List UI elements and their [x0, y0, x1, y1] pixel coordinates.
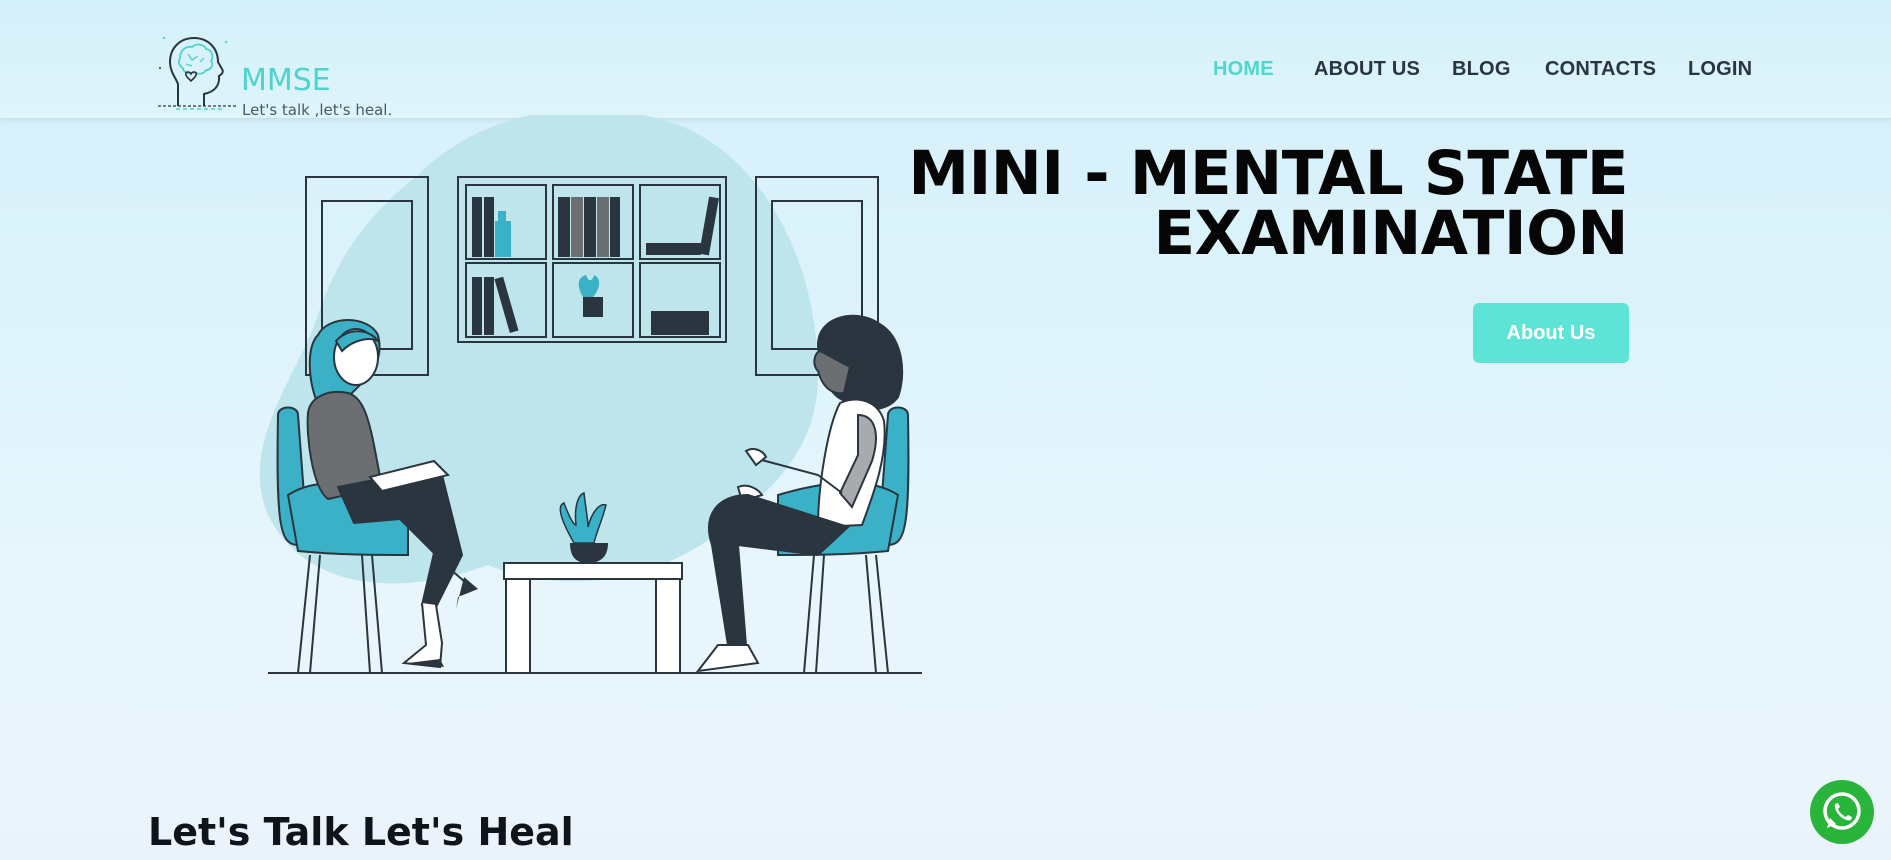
logo-title: MMSE — [241, 63, 331, 98]
nav-contacts[interactable]: CONTACTS — [1545, 58, 1656, 81]
whatsapp-button[interactable] — [1810, 780, 1874, 844]
hero-title-line1: MINI - MENTAL STATE — [908, 138, 1628, 209]
therapy-session-illustration — [259, 115, 922, 674]
nav-about-us[interactable]: ABOUT US — [1314, 58, 1420, 81]
brain-head-icon — [158, 36, 236, 110]
nav-login[interactable]: LOGIN — [1688, 58, 1752, 81]
hero-title: MINI - MENTAL STATE EXAMINATION — [908, 138, 1628, 269]
whatsapp-icon — [1811, 781, 1873, 843]
section-heading: Let's Talk Let's Heal — [148, 810, 574, 854]
logo[interactable]: MMSE Let's talk ,let's heal. — [156, 28, 392, 118]
site-header: MMSE Let's talk ,let's heal. HOME ABOUT … — [0, 0, 1891, 119]
hero-title-line2: EXAMINATION — [1153, 198, 1628, 269]
nav-home[interactable]: HOME — [1213, 58, 1274, 81]
about-us-button[interactable]: About Us — [1473, 303, 1629, 363]
nav-blog[interactable]: BLOG — [1452, 58, 1511, 81]
